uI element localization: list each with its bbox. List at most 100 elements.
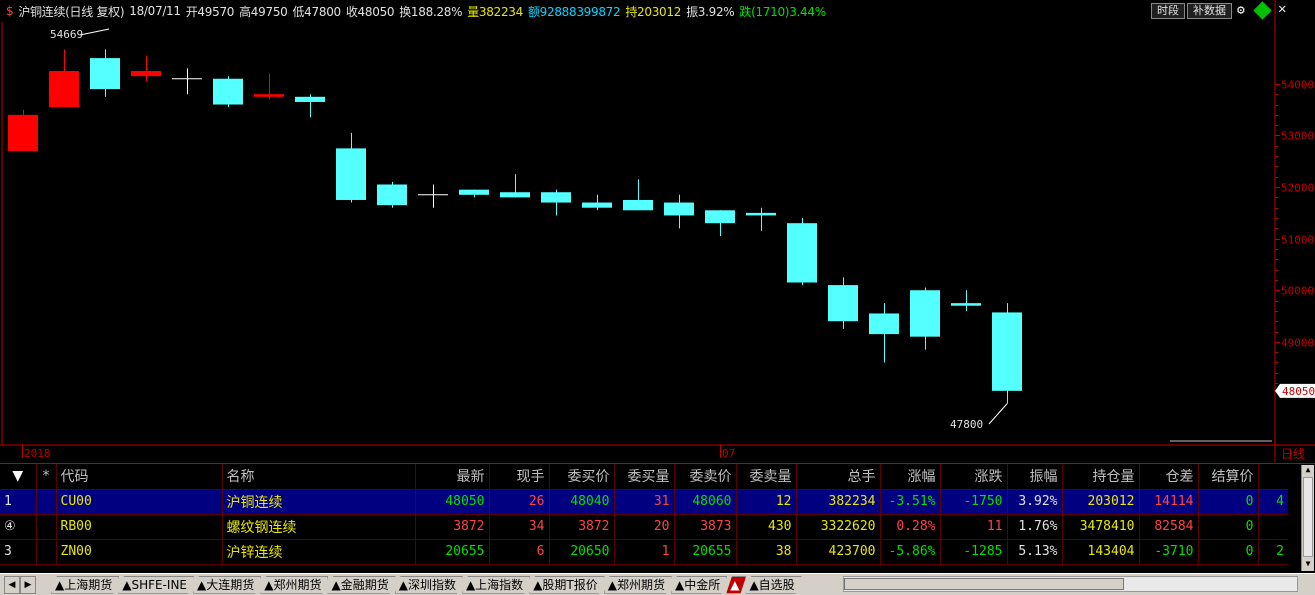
col-name[interactable]: 名称 <box>222 464 416 490</box>
tab-shfe-ine[interactable]: ▲SHFE-INE <box>118 576 194 594</box>
row-ask: 48060 <box>674 489 737 515</box>
row-amplitude: 3.92% <box>1007 489 1063 515</box>
col-last[interactable]: 最新 <box>415 464 490 490</box>
tab-watchlist[interactable]: ▲自选股 <box>745 576 801 594</box>
max-marker-line <box>79 28 110 36</box>
row-pct: -5.86% <box>880 539 941 565</box>
price-tick-label: 49000 <box>1281 337 1314 350</box>
quote-table: ▼ * 代码 名称 最新 现手 委买价 委买量 委卖价 委卖量 总手 涨幅 涨跌… <box>0 464 1288 565</box>
tab-financial-futures[interactable]: ▲金融期货 <box>327 576 395 594</box>
row-open-interest: 203012 <box>1062 489 1140 515</box>
price-tick-label: 54000 <box>1281 79 1314 92</box>
row-ask-vol: 38 <box>736 539 797 565</box>
market-tab-bar: ◀ ▶ ▲上海期货 ▲SHFE-INE ▲大连期货 ▲郑州期货 ▲金融期货 ▲深… <box>0 573 1315 595</box>
scroll-down-icon[interactable]: ▼ <box>1302 559 1314 571</box>
row-ask: 3873 <box>674 514 737 540</box>
col-volume[interactable]: 总手 <box>796 464 881 490</box>
current-price-label: 48050 <box>1282 385 1315 398</box>
min-marker-line <box>988 403 1008 425</box>
row-volume: 3322620 <box>796 514 881 540</box>
col-bid[interactable]: 委买价 <box>549 464 615 490</box>
candle-body <box>541 192 571 203</box>
row-pct: 0.28% <box>880 514 941 540</box>
tab-shanghai-futures[interactable]: ▲上海期货 <box>51 576 119 594</box>
row-extra: 4 <box>1258 489 1288 515</box>
col-change[interactable]: 涨跌 <box>940 464 1008 490</box>
col-bid-vol[interactable]: 委买量 <box>614 464 675 490</box>
horizontal-scrollbar[interactable] <box>843 576 1298 592</box>
row-ask-vol: 12 <box>736 489 797 515</box>
candle-body <box>664 202 694 216</box>
table-row[interactable]: 3 ZN00 沪锌连续 20655 6 20650 1 20655 38 423… <box>0 539 1288 565</box>
kline-chart-panel[interactable]: $ 沪铜连续(日线 复权) 18/07/11 开49570 高49750 低47… <box>0 0 1315 462</box>
tab-shanghai-index[interactable]: ▲上海指数 <box>462 576 530 594</box>
row-oi-diff: 82584 <box>1139 514 1199 540</box>
tab-cffex[interactable]: ▲中金所 <box>671 576 727 594</box>
tab-stock-options-t[interactable]: ▲股期T报价 <box>529 576 605 594</box>
tab-zhengzhou-futures-2[interactable]: ▲郑州期货 <box>604 576 672 594</box>
row-name: 沪铜连续 <box>222 489 416 515</box>
price-tick-label: 51000 <box>1281 234 1314 247</box>
candle-body <box>582 202 612 208</box>
price-tick-label: 52000 <box>1281 182 1314 195</box>
row-bid: 48040 <box>549 489 615 515</box>
row-extra: 2 <box>1258 539 1288 565</box>
candle-body <box>992 312 1022 391</box>
row-oi-diff: 14114 <box>1139 489 1199 515</box>
col-oi-diff[interactable]: 仓差 <box>1139 464 1199 490</box>
row-star <box>36 514 57 540</box>
table-header-row: ▼ * 代码 名称 最新 现手 委买价 委买量 委卖价 委卖量 总手 涨幅 涨跌… <box>0 464 1288 490</box>
table-row[interactable]: 1 CU00 沪铜连续 48050 26 48040 31 48060 12 3… <box>0 489 1288 515</box>
col-ask-vol[interactable]: 委卖量 <box>736 464 797 490</box>
candle-body <box>213 78 243 105</box>
row-bid-vol: 31 <box>614 489 675 515</box>
row-name: 螺纹钢连续 <box>222 514 416 540</box>
row-bid-vol: 1 <box>614 539 675 565</box>
col-pct[interactable]: 涨幅 <box>880 464 941 490</box>
row-volume: 382234 <box>796 489 881 515</box>
candle-body <box>869 313 899 335</box>
scroll-up-icon[interactable]: ▲ <box>1302 465 1314 477</box>
row-ask-vol: 430 <box>736 514 797 540</box>
row-amplitude: 5.13% <box>1007 539 1063 565</box>
col-star[interactable]: * <box>36 464 57 490</box>
col-amplitude[interactable]: 振幅 <box>1007 464 1063 490</box>
tab-zhengzhou-futures[interactable]: ▲郑州期货 <box>260 576 328 594</box>
tab-dalian-futures[interactable]: ▲大连期货 <box>193 576 261 594</box>
row-now: 6 <box>489 539 550 565</box>
row-now: 34 <box>489 514 550 540</box>
tab-current[interactable]: ▲ <box>726 576 746 594</box>
tab-next-icon[interactable]: ▶ <box>20 575 36 594</box>
candle-body <box>705 210 735 224</box>
col-settle[interactable]: 结算价 <box>1198 464 1259 490</box>
col-ask[interactable]: 委卖价 <box>674 464 737 490</box>
tab-shenzhen-index[interactable]: ▲深圳指数 <box>395 576 463 594</box>
candlestick-chart[interactable]: 54000 53000 52000 51000 50000 49000 48050 54669… <box>0 0 1315 462</box>
sort-arrow-icon[interactable]: ▼ <box>0 464 37 490</box>
horizontal-scroll-thumb[interactable] <box>844 578 1124 590</box>
row-last: 3872 <box>415 514 490 540</box>
candle-body <box>746 212 776 216</box>
row-change: -1285 <box>940 539 1008 565</box>
col-now[interactable]: 现手 <box>489 464 550 490</box>
candle-body <box>500 192 530 198</box>
candle-body <box>295 96 325 102</box>
row-extra <box>1258 514 1288 540</box>
col-code[interactable]: 代码 <box>56 464 223 490</box>
candle-body <box>951 303 981 306</box>
candle-body <box>8 114 38 151</box>
tab-prev-icon[interactable]: ◀ <box>4 575 20 594</box>
date-label-month: 07 <box>722 447 735 460</box>
vertical-scroll-thumb[interactable] <box>1303 477 1313 557</box>
quote-table-panel: ▼ * 代码 名称 最新 现手 委买价 委买量 委卖价 委卖量 总手 涨幅 涨跌… <box>0 463 1315 573</box>
row-amplitude: 1.76% <box>1007 514 1063 540</box>
col-open-interest[interactable]: 持仓量 <box>1062 464 1140 490</box>
table-row[interactable]: ④ RB00 螺纹钢连续 3872 34 3872 20 3873 430 33… <box>0 514 1288 540</box>
candle-body <box>131 71 161 77</box>
row-change: -1750 <box>940 489 1008 515</box>
candle-body <box>254 94 284 97</box>
vertical-scrollbar[interactable]: ▲ ▼ <box>1301 465 1314 571</box>
row-code: RB00 <box>56 514 223 540</box>
row-number: 3 <box>0 539 37 565</box>
price-tick-label: 50000 <box>1281 285 1314 298</box>
